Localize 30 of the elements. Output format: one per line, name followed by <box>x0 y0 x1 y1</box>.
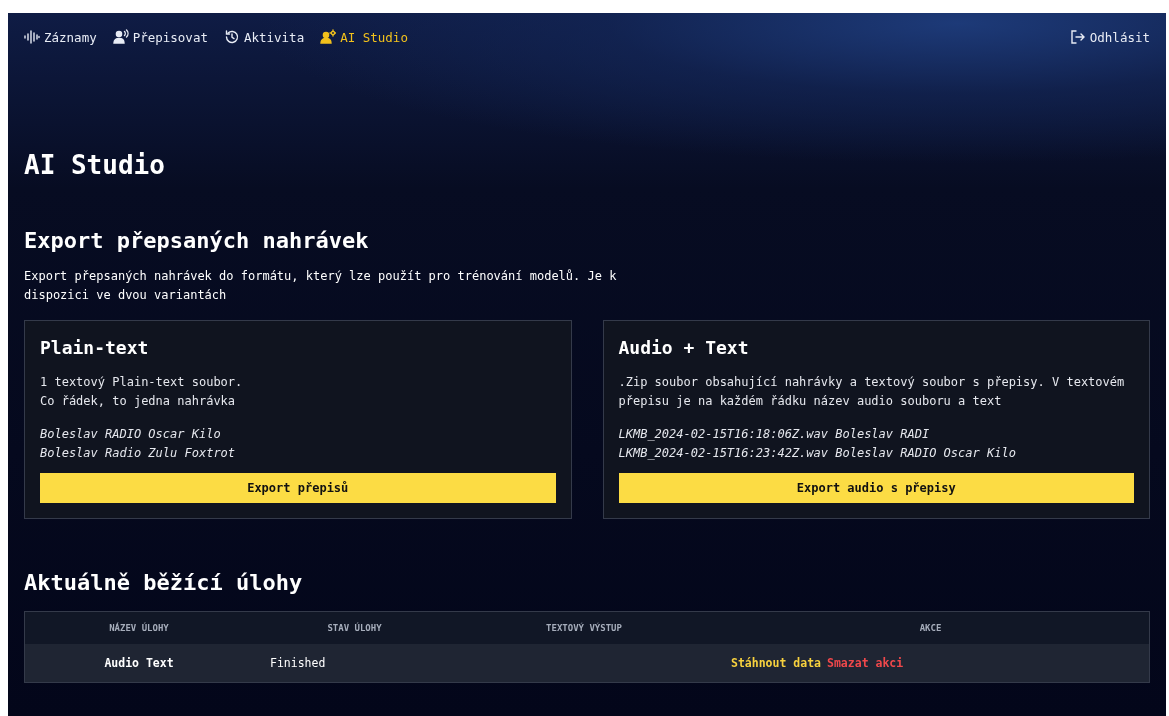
card-description: 1 textový Plain-text soubor. Co řádek, to jedna nahrávka <box>40 374 244 410</box>
section-description: Export přepsaných nahrávek do formátu, který lze použít pro trénování modelů. Je k dispozici ve dvou variantách <box>24 268 618 304</box>
speaking-person-icon <box>112 29 129 45</box>
column-header: AKCE <box>918 623 943 633</box>
export-button[interactable]: Export přepisů <box>40 473 556 503</box>
page-title: AI Studio <box>24 149 166 181</box>
task-status: Finished <box>269 656 327 670</box>
column-header: STAV ÚLOHY <box>326 623 383 633</box>
card-title: Audio + Text <box>618 337 750 359</box>
delete-link[interactable]: Smazat akci <box>827 656 904 670</box>
card-description: .Zip soubor obsahující nahrávky a textový soubor s přepisy. V textovém přepisu je na každém řádku název audio souboru a text <box>618 374 1126 410</box>
nav-link[interactable]: Záznamy <box>24 29 97 45</box>
nav-link[interactable]: AI Studio <box>320 29 408 45</box>
nav-link[interactable]: Aktivita <box>223 29 305 45</box>
nav-link[interactable]: Přepisovat <box>112 29 208 45</box>
column-header: NÁZEV ÚLOHY <box>108 623 170 633</box>
logout-link[interactable]: Odhlásit <box>1069 29 1150 45</box>
section-title: Aktuálně běžící úlohy <box>24 569 304 597</box>
download-link[interactable]: Stáhnout data <box>731 656 821 670</box>
example-lines: Boleslav RADIO Oscar Kilo Boleslav Radio Zulu Foxtrot <box>40 426 237 462</box>
history-icon <box>223 29 240 45</box>
section-title: Export přepsaných nahrávek <box>24 227 370 255</box>
example-lines: LKMB_2024-02-15T16:18:06Z.wav Boleslav RADI LKMB_2024-02-15T16:23:42Z.wav Boleslav RADIO Oscar Kilo <box>618 426 1017 462</box>
logout-icon <box>1069 29 1086 45</box>
export-button[interactable]: Export audio s přepisy <box>618 473 1134 503</box>
task-name: Audio Text <box>103 656 175 670</box>
card-title: Plain-text <box>40 337 150 359</box>
column-header: TEXTOVÝ VÝSTUP <box>545 623 623 633</box>
waveform-icon <box>24 29 40 45</box>
person-gear-icon <box>320 29 337 45</box>
